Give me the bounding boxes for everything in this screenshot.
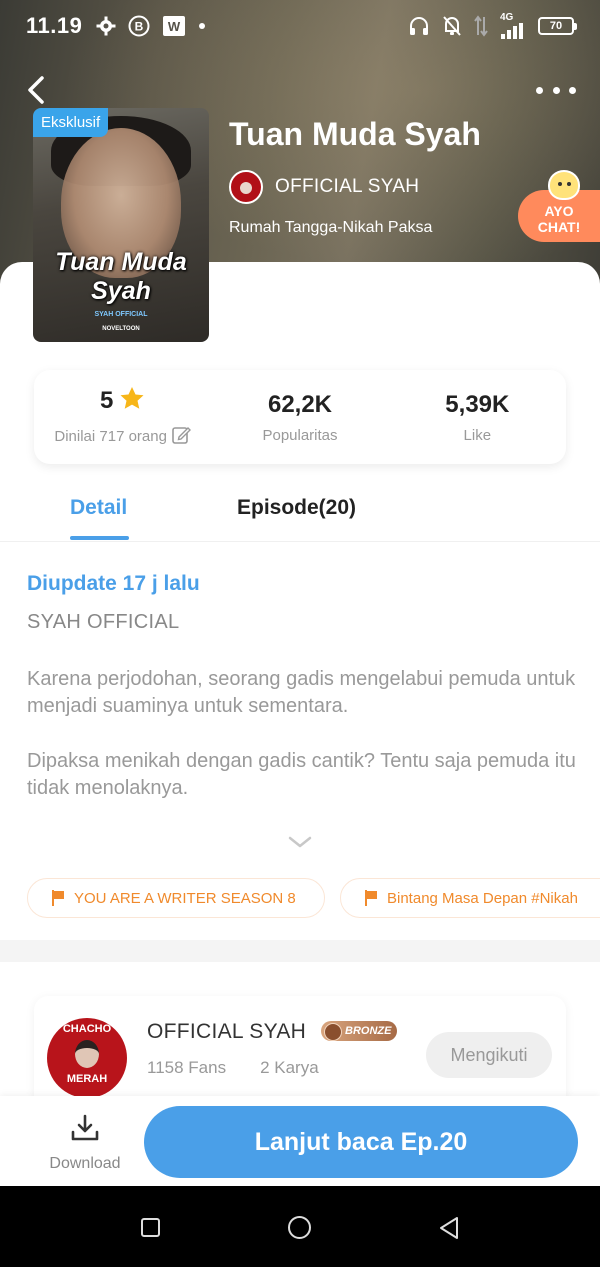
likes-stat: 5,39K Like: [389, 370, 566, 464]
download-button[interactable]: Download: [40, 1114, 130, 1173]
description-paragraph-1: Karena perjodohan, seorang gadis mengela…: [27, 668, 576, 717]
avatar-face: [75, 1040, 99, 1068]
download-label: Download: [49, 1155, 121, 1172]
bell-off-icon: [442, 15, 462, 37]
home-icon[interactable]: [288, 1216, 311, 1239]
b-icon: B: [128, 15, 150, 37]
gear-icon: [96, 16, 116, 36]
rating-value: 5: [99, 387, 114, 414]
network-type: 4G: [500, 12, 514, 23]
author-meta: 1158 Fans 2 Karya: [147, 1058, 319, 1078]
bronze-badge: BRONZE: [321, 1021, 398, 1041]
author-tag: SYAH OFFICIAL: [27, 611, 180, 633]
svg-text:B: B: [135, 20, 144, 34]
hero-author-name: OFFICIAL SYAH: [275, 176, 420, 197]
tag-chip[interactable]: Bintang Masa Depan #Nikah: [340, 878, 600, 918]
cover-title-line2: Syah: [91, 277, 151, 305]
status-icons-right: 4G 70: [408, 13, 577, 39]
cover-title-line1: Tuan Muda: [55, 248, 187, 276]
rating-label: Dinilai 717 orang: [54, 428, 167, 445]
follow-button[interactable]: Mengikuti: [426, 1032, 552, 1078]
bottom-action-bar: Download Lanjut baca Ep.20: [0, 1096, 600, 1186]
svg-text:W: W: [168, 19, 181, 34]
cover-title: Tuan Muda Syah: [33, 248, 209, 306]
flag-icon: [52, 890, 66, 906]
top-nav: [0, 70, 600, 110]
author-avatar[interactable]: CHACHO MERAH: [47, 1018, 127, 1098]
tag-chip-label: Bintang Masa Depan #Nikah: [387, 889, 578, 907]
chat-mascot-icon[interactable]: [548, 170, 580, 200]
system-nav-bar: [0, 1186, 600, 1267]
book-cover[interactable]: Eksklusif Tuan Muda Syah SYAH OFFICIAL N…: [33, 108, 209, 342]
popularity-value: 62,2K: [267, 390, 333, 418]
tag-chip[interactable]: YOU ARE A WRITER SEASON 8: [27, 878, 325, 918]
author-name[interactable]: OFFICIAL SYAH: [147, 1020, 306, 1044]
expand-chevron-icon[interactable]: [288, 834, 312, 850]
download-icon: [70, 1114, 100, 1147]
status-icons-left: B W: [96, 15, 206, 37]
dot-icon: [198, 22, 206, 30]
back-triangle-icon[interactable]: [438, 1216, 460, 1240]
status-bar: 11.19 B W 4G 70: [0, 0, 600, 52]
likes-label: Like: [463, 426, 492, 444]
genre-label[interactable]: Rumah Tangga-Nikah Paksa: [229, 219, 432, 237]
avatar-text-top: CHACHO: [62, 1023, 112, 1035]
tag-chip-label: YOU ARE A WRITER SEASON 8: [74, 889, 296, 907]
continue-reading-button[interactable]: Lanjut baca Ep.20: [144, 1106, 578, 1178]
author-fans: 1158 Fans: [147, 1058, 227, 1077]
section-divider: [0, 940, 600, 962]
cover-brand: NOVELTOON: [102, 326, 140, 332]
popularity-label: Popularitas: [262, 426, 338, 444]
author-works: 2 Karya: [260, 1058, 319, 1077]
data-arrows-icon: [474, 15, 488, 37]
ayo-chat-line2: CHAT!: [537, 219, 581, 235]
recents-icon[interactable]: [141, 1218, 160, 1237]
more-menu-icon[interactable]: [536, 76, 576, 104]
tab-detail[interactable]: Detail: [70, 496, 127, 520]
author-avatar-small: [229, 170, 263, 204]
likes-value: 5,39K: [445, 390, 510, 418]
tab-bar: Detail Episode(20): [0, 484, 600, 542]
battery-icon: 70: [538, 17, 577, 35]
signal-icon: 4G: [500, 13, 526, 39]
tab-active-indicator: [70, 536, 129, 540]
w-icon: W: [162, 15, 186, 37]
ayo-chat-line1: AYO: [544, 203, 574, 219]
book-title: Tuan Muda Syah: [229, 116, 481, 152]
status-time: 11.19: [26, 13, 83, 38]
avatar-text-bottom: MERAH: [66, 1073, 108, 1085]
headphones-icon: [408, 16, 430, 36]
star-icon: [119, 386, 145, 417]
flag-icon: [365, 890, 379, 906]
exclusive-badge: Eksklusif: [33, 108, 109, 137]
popularity-stat: 62,2K Popularitas: [211, 370, 388, 464]
update-label: Diupdate 17 j lalu: [27, 572, 200, 595]
cover-subtitle: SYAH OFFICIAL: [94, 311, 148, 318]
description-paragraph-2: Dipaksa menikah dengan gadis cantik? Ten…: [27, 750, 576, 799]
tab-episode[interactable]: Episode(20): [237, 496, 356, 520]
hero-author[interactable]: OFFICIAL SYAH: [229, 170, 419, 204]
back-arrow-icon[interactable]: [24, 74, 52, 106]
rating-stat[interactable]: 5 Dinilai 717 orang: [34, 370, 211, 464]
stats-card: 5 Dinilai 717 orang 62,2K Popularitas 5,…: [34, 370, 566, 464]
edit-icon[interactable]: [171, 425, 191, 449]
